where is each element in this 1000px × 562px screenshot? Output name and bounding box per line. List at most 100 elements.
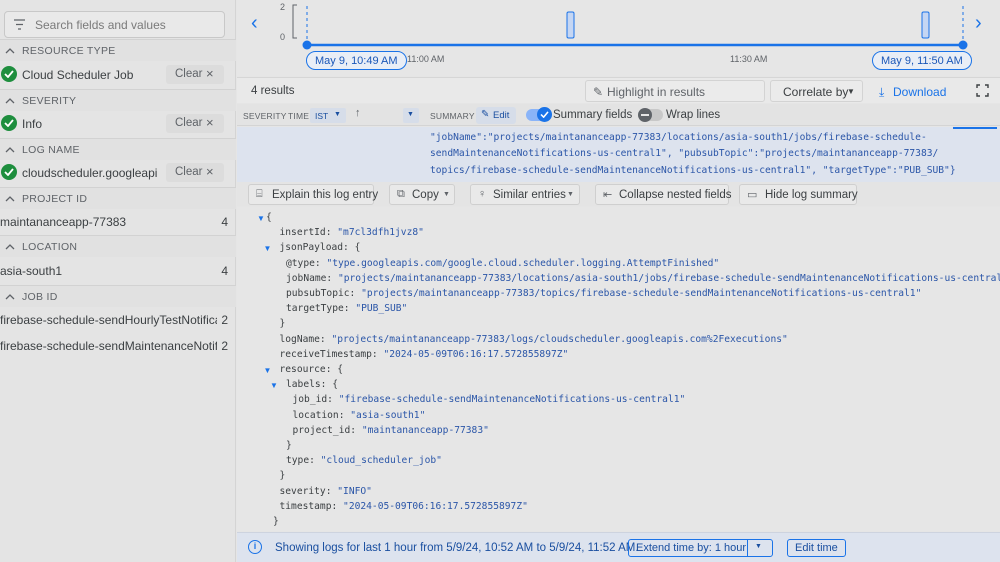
end-time-pill[interactable]: May 9, 11:50 AM — [872, 51, 972, 70]
json-line[interactable]: project_id: "maintananceapp-77383" — [293, 425, 489, 436]
json-key: location: — [292, 409, 351, 421]
group-header-project-id[interactable]: PROJECT ID — [0, 187, 236, 209]
correlate-label: Correlate by — [783, 85, 849, 99]
json-line[interactable]: jobName: "projects/maintananceapp-77383/… — [286, 273, 1000, 284]
facet-count: 4 — [221, 264, 228, 278]
column-severity[interactable]: SEVERITY — [243, 111, 287, 121]
group-header-log-name[interactable]: LOG NAME — [0, 138, 236, 160]
json-key: job_id: — [292, 394, 339, 406]
extend-time-button[interactable]: Extend time by: 1 hour ▼ — [628, 539, 773, 557]
caret-down-icon: ▼ — [847, 87, 855, 96]
json-line[interactable]: } — [286, 440, 292, 451]
correlate-dropdown[interactable]: Correlate by ▼ — [770, 80, 863, 102]
json-line[interactable]: pubsubTopic: "projects/maintananceapp-77… — [286, 288, 921, 299]
json-key: targetType: — [286, 303, 356, 315]
json-line[interactable]: } — [280, 318, 286, 329]
facet-value-job-id[interactable]: firebase-schedule-sendHourlyTestNotifica… — [0, 308, 236, 332]
chevron-up-icon — [5, 48, 15, 54]
json-value: "2024-05-09T06:16:17.572855897Z" — [383, 348, 569, 360]
group-title: LOCATION — [22, 241, 78, 253]
copy-button[interactable]: ⧉ Copy ▼ — [389, 184, 455, 205]
group-header-location[interactable]: LOCATION — [0, 235, 236, 257]
json-line[interactable]: resource: { — [280, 364, 344, 375]
lightbulb-icon: ♀ — [478, 188, 487, 200]
group-title: PROJECT ID — [22, 193, 88, 205]
json-line[interactable]: insertId: "m7cl3dfh1jvz8" — [280, 227, 424, 238]
filter-sidebar: Search fields and values RESOURCE TYPE C… — [0, 0, 236, 562]
json-line[interactable]: receiveTimestamp: "2024-05-09T06:16:17.5… — [280, 349, 569, 360]
json-line[interactable]: severity: "INFO" — [280, 486, 372, 497]
json-line[interactable]: timestamp: "2024-05-09T06:16:17.57285589… — [280, 501, 528, 512]
selected-value-label: Info — [22, 117, 43, 131]
json-line[interactable]: type: "cloud_scheduler_job" — [286, 455, 442, 466]
expand-toggle-icon[interactable]: ▼ — [257, 214, 265, 223]
json-key: @type: — [286, 257, 327, 269]
json-value: "type.googleapis.com/google.cloud.schedu… — [326, 257, 720, 269]
similar-entries-button[interactable]: ♀ Similar entries ▼ — [470, 184, 580, 205]
entry-actions-bar: ⌸ Explain this log entry ⧉ Copy ▼ ♀ Simi… — [237, 182, 1000, 206]
start-time-pill[interactable]: May 9, 10:49 AM — [306, 51, 407, 70]
json-line[interactable]: } — [273, 516, 279, 527]
group-header-resource-type[interactable]: RESOURCE TYPE — [0, 39, 236, 61]
wrap-lines-toggle[interactable] — [638, 108, 663, 122]
json-key: receiveTimestamp: — [279, 348, 384, 360]
log-summary-block[interactable]: "jobName":"projects/maintananceapp-77383… — [237, 127, 1000, 182]
chevron-right-icon[interactable]: › — [975, 12, 982, 35]
facet-count: 4 — [221, 215, 228, 229]
json-line[interactable]: labels: { — [286, 379, 338, 390]
edit-time-button[interactable]: Edit time — [787, 539, 846, 557]
json-key: labels: { — [286, 379, 338, 391]
search-fields-input[interactable]: Search fields and values — [4, 11, 225, 38]
json-line[interactable]: job_id: "firebase-schedule-sendMaintenan… — [293, 394, 686, 405]
facet-value-job-id[interactable]: firebase-schedule-sendMaintenanceNotific… — [0, 334, 236, 358]
expand-toggle-icon[interactable]: ▼ — [270, 381, 278, 390]
chevron-up-icon — [5, 196, 15, 202]
explain-icon: ⌸ — [256, 188, 263, 200]
close-icon: × — [206, 164, 214, 179]
column-summary: SUMMARY — [430, 111, 475, 121]
clear-button[interactable]: Clear × — [166, 65, 224, 84]
sort-arrow-icon[interactable]: ↑ — [355, 107, 361, 119]
facet-value-label: maintananceapp-77383 — [0, 215, 127, 229]
hide-summary-button[interactable]: ▭ Hide log summary — [739, 184, 858, 205]
facet-value-project-id[interactable]: maintananceapp-77383 4 — [0, 210, 236, 234]
timezone-select[interactable]: IST ▼ — [310, 108, 346, 123]
explain-log-button[interactable]: ⌸ Explain this log entry — [248, 184, 378, 205]
json-line[interactable]: jsonPayload: { — [280, 242, 361, 253]
json-line[interactable]: targetType: "PUB_SUB" — [286, 303, 407, 314]
clear-button[interactable]: Clear × — [166, 114, 224, 133]
pencil-icon: ✎ — [481, 109, 490, 120]
expand-toggle-icon[interactable]: ▼ — [264, 366, 272, 375]
column-header-row: SEVERITY TIME IST ▼ ↑ ▼ SUMMARY ✎ Edit S… — [237, 104, 1000, 126]
download-button[interactable]: ⤓ Download — [870, 80, 956, 102]
facet-value-location[interactable]: asia-south1 4 — [0, 259, 236, 283]
collapse-nested-button[interactable]: ⇤ Collapse nested fields — [595, 184, 732, 205]
highlight-input[interactable]: ✎ Highlight in results — [585, 80, 765, 102]
json-line[interactable]: { — [266, 212, 272, 223]
fullscreen-icon[interactable] — [976, 84, 989, 97]
json-key: pubsubTopic: — [286, 288, 362, 299]
summary-line: topics/firebase-schedule-sendMaintenance… — [430, 165, 956, 176]
caret-down-icon: ▼ — [334, 111, 341, 118]
json-value: "projects/maintananceapp-77383/locations… — [337, 272, 1000, 284]
json-key: { — [266, 212, 272, 223]
json-line[interactable]: location: "asia-south1" — [293, 410, 426, 421]
json-value: "projects/maintananceapp-77383/logs/clou… — [331, 333, 788, 345]
json-key: type: — [286, 455, 321, 467]
json-line[interactable]: logName: "projects/maintananceapp-77383/… — [280, 334, 788, 345]
json-line[interactable]: @type: "type.googleapis.com/google.cloud… — [286, 258, 719, 269]
expand-toggle-icon[interactable]: ▼ — [264, 244, 272, 253]
time-range-message: Showing logs for last 1 hour from 5/9/24… — [275, 542, 639, 554]
summary-fields-toggle[interactable] — [526, 107, 552, 122]
collapse-icon: ⇤ — [603, 189, 613, 201]
group-header-job-id[interactable]: JOB ID — [0, 285, 236, 307]
json-line[interactable]: } — [280, 470, 286, 481]
column-time[interactable]: TIME — [288, 111, 309, 121]
expand-all-button[interactable]: ▼ — [403, 108, 419, 123]
group-header-severity[interactable]: SEVERITY — [0, 89, 236, 111]
clear-button[interactable]: Clear × — [166, 163, 224, 182]
range-end-handle — [958, 40, 968, 50]
time-tick-label: 11:30 AM — [730, 54, 768, 64]
edit-summary-button[interactable]: ✎ Edit — [476, 107, 516, 124]
json-key: jsonPayload: { — [279, 242, 361, 254]
